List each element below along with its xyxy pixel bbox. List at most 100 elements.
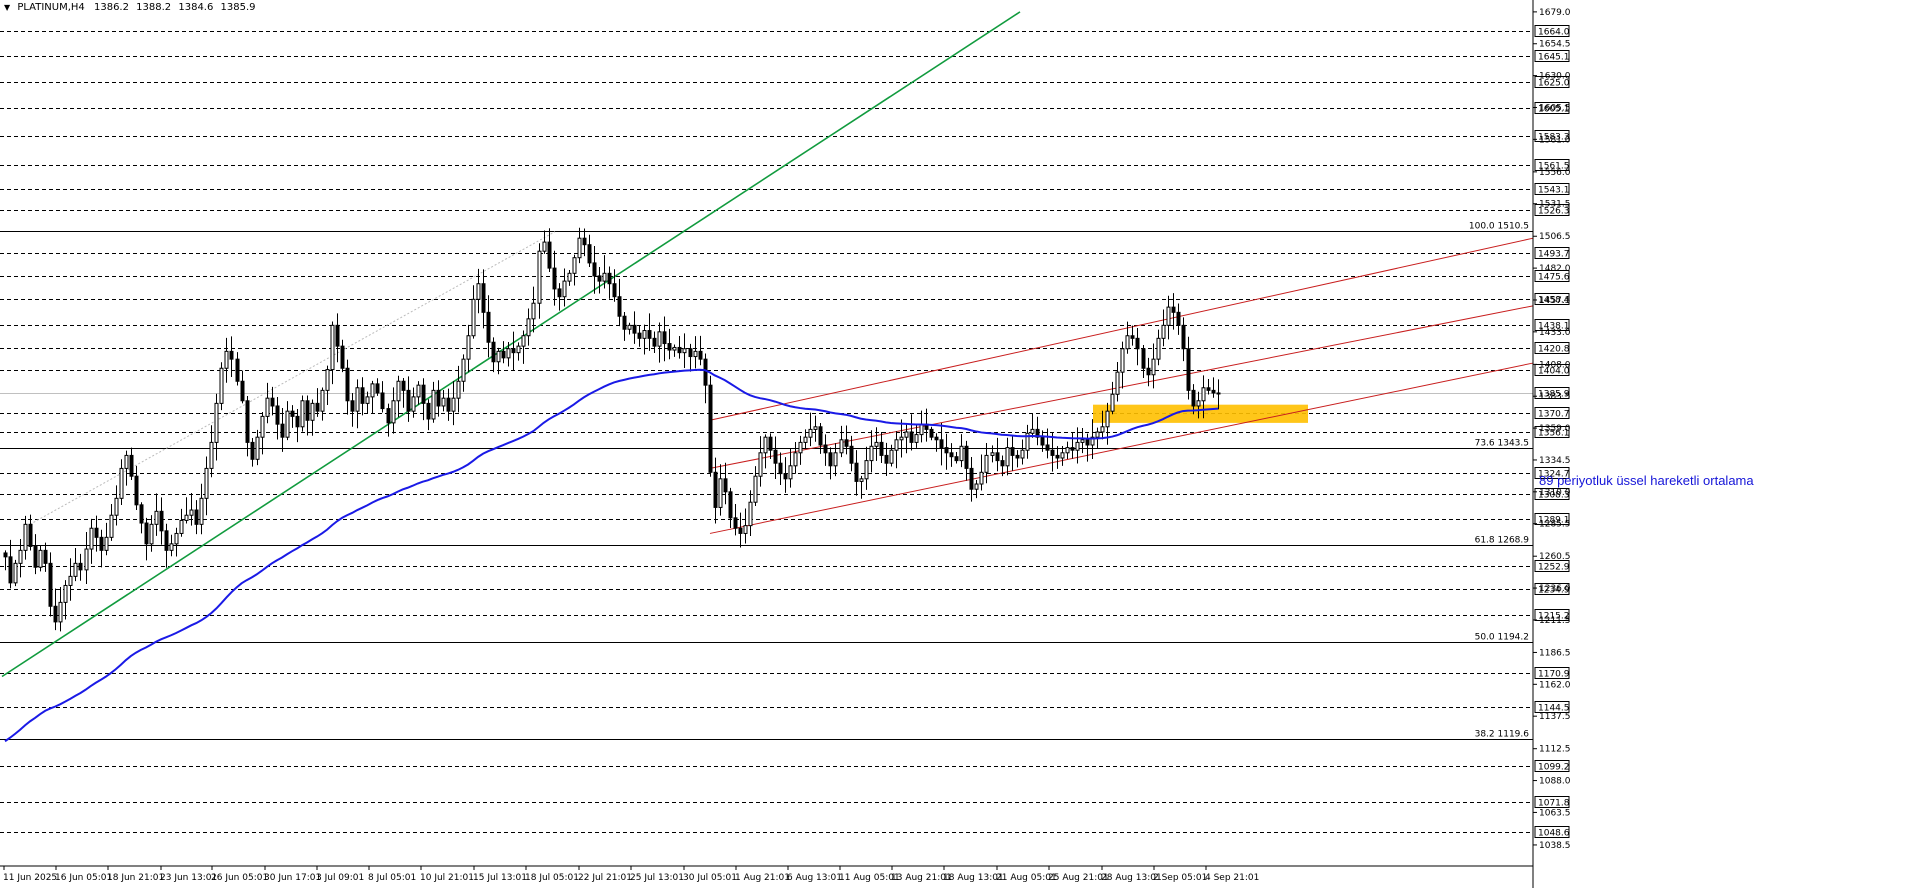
level-label: 1645.1 [1538, 53, 1570, 63]
candle-body [144, 522, 149, 545]
candle-body [1105, 410, 1110, 428]
candle-body [386, 408, 391, 424]
x-tick-label: 22 Jul 21:01 [578, 873, 632, 883]
channel-line [709, 237, 1534, 421]
candle-body [209, 441, 214, 469]
candle-body [310, 402, 315, 421]
candle-body [1070, 447, 1075, 451]
y-tick-label: 1482.0 [1539, 264, 1571, 274]
candle-body [854, 462, 859, 482]
candle-body [844, 439, 849, 447]
candle-body [1120, 348, 1125, 373]
candle-body [370, 383, 375, 398]
support-zone [1093, 404, 1308, 423]
candle-body [1166, 306, 1171, 326]
candle-body [149, 523, 154, 545]
candle-body [567, 272, 572, 282]
candle-body [84, 548, 89, 571]
candle-body [859, 478, 864, 482]
candle-body [904, 431, 909, 438]
candle-body [3, 552, 8, 558]
candle-body [219, 367, 224, 404]
candle-body [58, 601, 63, 623]
ema-annotation: 89 periyotluk üssel hareketli ortalama [1539, 473, 1754, 488]
candle-body [345, 367, 350, 402]
x-tick-label: 1 Aug 21:01 [735, 873, 790, 883]
x-tick-label: 18 Jul 05:01 [525, 873, 579, 883]
candle-body [1030, 428, 1035, 434]
candle-body [1100, 426, 1105, 433]
candle-body [1135, 337, 1140, 350]
candle-body [466, 335, 471, 360]
candle-body [607, 272, 612, 285]
candle-body [194, 509, 199, 525]
candle-body [355, 387, 360, 412]
candle-body [280, 423, 285, 438]
candle-body [647, 330, 652, 339]
candle-body [461, 358, 466, 382]
candle-body [496, 350, 501, 363]
candle-body [396, 380, 401, 402]
candle-body [340, 345, 345, 369]
candle-body [919, 423, 924, 436]
fib-label: 50.0 1194.2 [1475, 633, 1529, 643]
y-tick-label: 1433.0 [1539, 328, 1571, 338]
candle-body [426, 402, 431, 420]
candle-body [899, 436, 904, 441]
candle-body [1201, 387, 1206, 402]
candle-body [632, 324, 637, 334]
candle-body [1191, 389, 1196, 407]
candle-body [788, 465, 793, 480]
candle-body [73, 562, 78, 577]
candle-body [693, 350, 698, 358]
x-tick-label: 25 Jul 13:01 [630, 873, 684, 883]
y-tick-label: 1186.5 [1539, 648, 1571, 658]
candle-body [18, 549, 23, 564]
candle-body [642, 330, 647, 339]
candle-body [28, 523, 33, 547]
candle-body [733, 517, 738, 529]
candle-body [431, 389, 436, 420]
candle-body [335, 324, 340, 347]
candle-body [164, 530, 169, 551]
candle-body [109, 514, 114, 538]
candle-body [813, 426, 818, 430]
candle-body [728, 491, 733, 519]
y-tick-label: 1581.0 [1539, 135, 1571, 145]
candles [3, 227, 1221, 632]
candle-body [526, 318, 531, 337]
x-tick-label: 18 Jun 21:01 [107, 873, 164, 883]
y-tick-label: 1334.5 [1539, 456, 1571, 466]
level-label: 1370.7 [1538, 410, 1570, 420]
candle-body [1045, 444, 1050, 451]
candle-body [375, 383, 380, 394]
candle-body [1110, 393, 1115, 412]
triangle-down-icon[interactable]: ▼ [4, 3, 10, 12]
y-tick-label: 1137.5 [1539, 712, 1571, 722]
candle-body [954, 456, 959, 462]
candle-body [894, 439, 899, 451]
candle-body [68, 575, 73, 586]
y-tick-label: 1211.5 [1539, 616, 1571, 626]
candle-body [184, 514, 189, 521]
x-tick-label: 25 Aug 21:01 [1048, 873, 1109, 883]
x-tick-label: 8 Jul 05:01 [368, 873, 416, 883]
candle-body [743, 525, 748, 534]
candle-body [688, 348, 693, 358]
y-tick-label: 1556.0 [1539, 168, 1571, 178]
price-chart[interactable]: 100.0 1510.5 73.6 1343.5 61.8 1268.9 50.0 1… [0, 0, 1916, 888]
candle-body [667, 343, 672, 351]
candle-body [597, 275, 602, 282]
y-tick-label: 1260.5 [1539, 552, 1571, 562]
candle-body [1176, 311, 1181, 326]
candle-body [547, 241, 552, 269]
candle-body [471, 298, 476, 337]
candle-body [833, 452, 838, 467]
candle-body [1216, 392, 1221, 395]
candle-body [300, 400, 305, 428]
fib-label: 73.6 1343.5 [1475, 439, 1529, 449]
candle-body [537, 250, 542, 304]
y-tick-label: 1679.0 [1539, 8, 1571, 18]
candle-body [909, 431, 914, 443]
candle-body [622, 315, 627, 330]
